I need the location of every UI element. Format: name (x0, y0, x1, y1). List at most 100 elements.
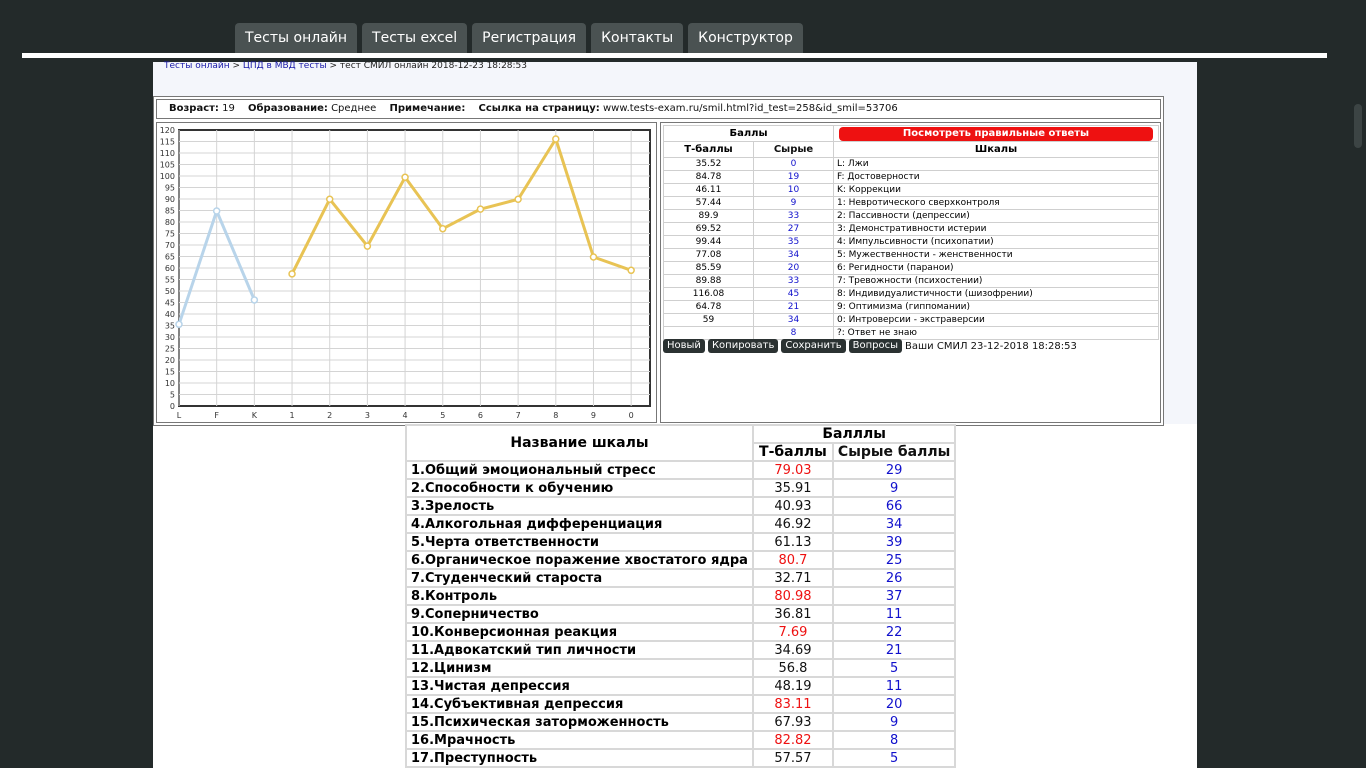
score-raw-value: 33 (753, 209, 834, 223)
nav-tab-registration[interactable]: Регистрация (472, 23, 587, 53)
scale-row: 5.Черта ответственности 61.13 39 (405, 532, 957, 552)
header-raw: Сырые (753, 141, 834, 158)
copy-button[interactable]: Копировать (707, 339, 779, 353)
scale-name: 6.Органическое поражение хвостатого ядра (405, 550, 754, 570)
page-link-value[interactable]: www.tests-exam.ru/smil.html?id_test=258&… (603, 103, 898, 114)
x-tick-label: 4 (403, 411, 408, 420)
scale-row: 14.Субъективная депрессия 83.11 20 (405, 694, 957, 714)
score-row: 89.88 33 7: Тревожности (психостении) (663, 274, 1159, 288)
main-nav: Тесты онлайн Тесты excel Регистрация Кон… (235, 23, 803, 53)
scale-t-score: 48.19 (751, 676, 834, 696)
scale-raw-score: 8 (831, 730, 957, 750)
scale-name: 13.Чистая депрессия (405, 676, 754, 696)
education-label: Образование: (248, 103, 328, 114)
scale-raw-score: 9 (831, 712, 957, 732)
education-value: Среднее (331, 103, 377, 114)
scale-raw-score: 11 (831, 604, 957, 624)
scale-raw-score: 25 (831, 550, 957, 570)
score-row: 84.78 19 F: Достоверности (663, 170, 1159, 184)
smil-profile-chart: 120 115 110 105 100 95 90 85 80 75 70 65 60 55 50 45 40 3… (156, 122, 657, 423)
scale-name: 17.Преступность (405, 748, 754, 768)
x-tick-label: 1 (289, 411, 294, 420)
score-t-value: 85.59 (663, 261, 754, 275)
y-tick-label: 65 (165, 253, 175, 262)
score-row: 35.52 0 L: Лжи (663, 157, 1159, 171)
series-point-0 (250, 296, 259, 304)
x-tick-label: 5 (440, 411, 445, 420)
scale-t-score: 46.92 (751, 514, 834, 534)
series-point-1 (589, 253, 598, 261)
score-raw-value: 19 (753, 170, 834, 184)
score-scale-name: 0: Интроверсии - экстраверсии (833, 313, 1159, 327)
page-link-label: Ссылка на страницу: (478, 103, 600, 114)
header-raw-scores: Сырые баллы (831, 442, 957, 462)
scale-name: 15.Психическая заторможенность (405, 712, 754, 732)
scale-t-score: 35.91 (751, 478, 834, 498)
nav-tab-contacts[interactable]: Контакты (591, 23, 684, 53)
y-tick-label: 70 (165, 241, 175, 250)
y-tick-label: 85 (165, 207, 175, 216)
score-t-value: 35.52 (663, 157, 754, 171)
scale-row: 6.Органическое поражение хвостатого ядра… (405, 550, 957, 570)
score-row: 64.78 21 9: Оптимизма (гиппомании) (663, 300, 1159, 314)
scale-raw-score: 37 (831, 586, 957, 606)
score-scale-name: 6: Регидности (паранои) (833, 261, 1159, 275)
questions-button[interactable]: Вопросы (848, 339, 903, 353)
y-tick-label: 25 (165, 345, 175, 354)
score-row: 8?: Ответ не знаю (663, 326, 1159, 340)
score-scale-name: 4: Импульсивности (психопатии) (833, 235, 1159, 249)
scale-t-score: 7.69 (751, 622, 834, 642)
scale-row: 12.Цинизм 56.8 5 (405, 658, 957, 678)
scale-name: 4.Алкогольная дифференциация (405, 514, 754, 534)
scale-raw-score: 26 (831, 568, 957, 588)
scale-row: 7.Студенческий староста 32.71 26 (405, 568, 957, 588)
scale-name: 1.Общий эмоциональный стресс (405, 460, 754, 480)
series-point-1 (325, 195, 334, 203)
breadcrumb-current: тест СМИЛ онлайн 2018-12-23 18:28:53 (339, 61, 528, 71)
note-label: Примечание: (389, 103, 466, 114)
score-raw-value: 20 (753, 261, 834, 275)
scale-row: 17.Преступность 57.57 5 (405, 748, 957, 768)
x-tick-label: 9 (591, 411, 596, 420)
nav-tab-tests-excel[interactable]: Тесты excel (362, 23, 468, 53)
show-answers-button[interactable]: Посмотреть правильные ответы (839, 126, 1153, 141)
score-t-value: 46.11 (663, 183, 754, 197)
scale-row: 13.Чистая депрессия 48.19 11 (405, 676, 957, 696)
scale-row: 8.Контроль 80.98 37 (405, 586, 957, 606)
score-t-value: 64.78 (663, 300, 754, 314)
scores-table: Баллы Посмотреть правильные ответы Т-бал… (663, 125, 1159, 340)
breadcrumb-link-tests-online[interactable]: Тесты онлайн (164, 61, 230, 71)
scale-row: 2.Способности к обучению 35.91 9 (405, 478, 957, 498)
scale-name: 2.Способности к обучению (405, 478, 754, 498)
header-t-scores: Т-баллы (663, 141, 754, 158)
scrollbar-thumb[interactable] (1354, 104, 1362, 148)
scale-raw-score: 5 (831, 658, 957, 678)
score-row: 59 34 0: Интроверсии - экстраверсии (663, 313, 1159, 327)
scale-t-score: 40.93 (751, 496, 834, 516)
nav-tab-constructor[interactable]: Конструктор (688, 23, 803, 53)
scale-row: 10.Конверсионная реакция 7.69 22 (405, 622, 957, 642)
nav-tab-tests-online[interactable]: Тесты онлайн (235, 23, 358, 53)
score-raw-value: 27 (753, 222, 834, 236)
scale-t-score: 61.13 (751, 532, 834, 552)
new-button[interactable]: Новый (663, 339, 705, 353)
y-tick-label: 105 (160, 161, 175, 170)
scores-panel: Баллы Посмотреть правильные ответы Т-бал… (660, 122, 1161, 423)
breadcrumb-link-cpd[interactable]: ЦПД в МВД тесты (243, 61, 327, 71)
scale-raw-score: 5 (831, 748, 957, 768)
series-point-1 (476, 205, 485, 213)
header-balls: Балллы (751, 424, 957, 444)
scale-row: 15.Психическая заторможенность 67.93 9 (405, 712, 957, 732)
action-buttons: Новый Копировать Сохранить Вопросы Ваши … (663, 339, 1077, 353)
y-tick-label: 120 (160, 126, 175, 135)
scale-t-score: 80.7 (751, 550, 834, 570)
scale-name: 8.Контроль (405, 586, 754, 606)
score-scale-name: F: Достоверности (833, 170, 1159, 184)
y-tick-label: 45 (165, 299, 175, 308)
score-scale-name: 5: Мужественности - женственности (833, 248, 1159, 262)
save-button[interactable]: Сохранить (781, 339, 846, 353)
series-point-1 (514, 195, 522, 204)
y-tick-label: 115 (160, 138, 175, 147)
age-value: 19 (222, 103, 235, 114)
age-label: Возраст: (169, 103, 219, 114)
